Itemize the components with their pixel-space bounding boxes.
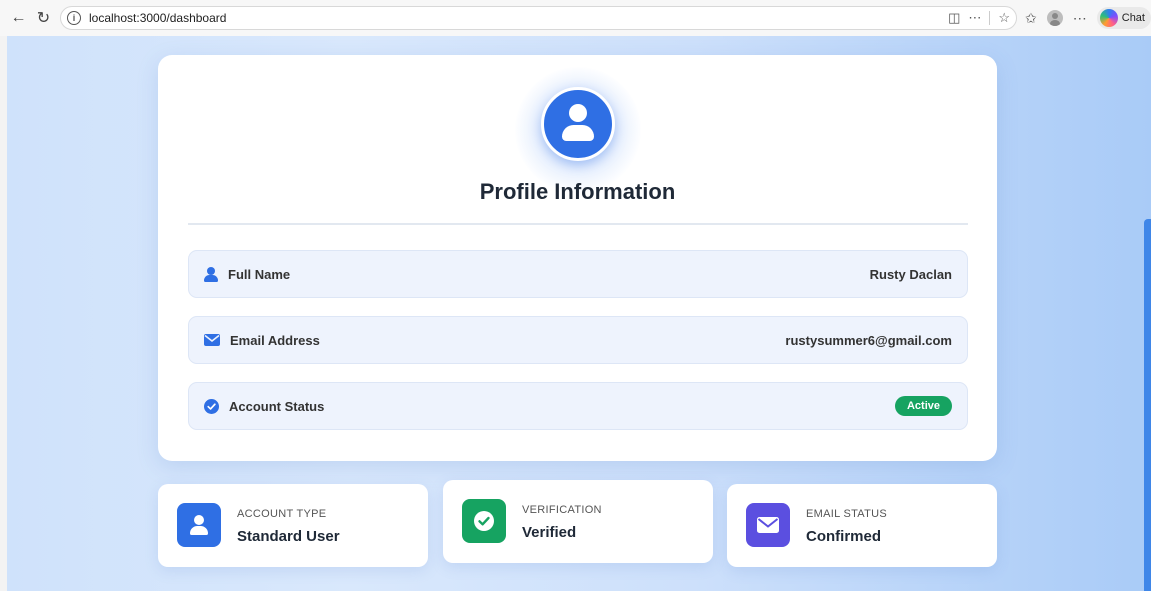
browser-toolbar: ← ↻ i localhost:3000/dashboard ◫ ⋯ ☆ ✩ ⋯… [0, 0, 1151, 36]
profile-card: Profile Information Full Name Rusty Dacl… [158, 55, 997, 461]
profile-avatar [541, 87, 615, 161]
scrollbar[interactable] [1144, 219, 1151, 591]
user-icon-body [562, 125, 594, 141]
account-type-icon-box [177, 503, 221, 547]
check-circle-icon [204, 398, 219, 414]
page-viewport: Profile Information Full Name Rusty Dacl… [7, 36, 1151, 591]
favorites-list-icon[interactable]: ✩ [1025, 10, 1037, 27]
more-menu-icon[interactable]: ⋯ [1073, 10, 1087, 27]
more-options-circle-icon[interactable]: ⋯ [968, 10, 981, 26]
reader-mode-icon[interactable]: ◫ [948, 10, 960, 26]
verification-value: Verified [522, 524, 577, 541]
email-row: Email Address rustysummer6@gmail.com [188, 316, 968, 364]
status-badge: Active [894, 396, 952, 416]
profile-avatar-icon[interactable] [1046, 10, 1063, 26]
account-status-label: Account Status [229, 398, 325, 414]
page-title: Profile Information [479, 179, 676, 204]
user-icon [204, 266, 218, 282]
email-value: rustysummer6@gmail.com [785, 332, 952, 348]
copilot-chat-button[interactable]: Chat [1096, 7, 1151, 29]
email-status-card: EMAIL STATUS Confirmed [727, 484, 997, 567]
envelope-icon [204, 334, 220, 346]
full-name-row: Full Name Rusty Daclan [188, 250, 968, 298]
reload-icon[interactable]: ↻ [33, 7, 54, 29]
full-name-label: Full Name [228, 266, 291, 282]
user-icon-head [569, 104, 587, 122]
verification-card: VERIFICATION Verified [443, 480, 713, 563]
account-type-label: ACCOUNT TYPE [237, 508, 327, 520]
check-circle-icon [474, 511, 494, 531]
verification-icon-box [462, 499, 506, 543]
account-type-card: ACCOUNT TYPE Standard User [158, 484, 428, 567]
url-text[interactable]: localhost:3000/dashboard [89, 11, 226, 25]
account-status-row: Account Status Active [188, 382, 968, 430]
favorite-star-icon[interactable]: ☆ [998, 10, 1010, 26]
envelope-icon [757, 517, 779, 533]
copilot-icon [1099, 9, 1118, 27]
address-bar[interactable]: i localhost:3000/dashboard ◫ ⋯ ☆ [60, 6, 1018, 30]
account-type-value: Standard User [237, 528, 340, 545]
email-status-label: EMAIL STATUS [806, 508, 888, 520]
email-status-icon-box [746, 503, 790, 547]
address-bar-actions: ◫ ⋯ ☆ [948, 10, 1010, 26]
chat-label: Chat [1121, 12, 1145, 24]
address-separator [989, 11, 991, 25]
email-status-value: Confirmed [806, 528, 881, 545]
site-info-icon[interactable]: i [67, 11, 81, 25]
email-label: Email Address [230, 332, 320, 348]
verification-label: VERIFICATION [522, 504, 602, 516]
divider [188, 223, 968, 225]
toolbar-right: ✩ ⋯ Chat [1025, 7, 1151, 29]
user-icon [190, 515, 208, 535]
full-name-value: Rusty Daclan [869, 266, 952, 282]
back-arrow-icon[interactable]: ← [8, 7, 29, 29]
